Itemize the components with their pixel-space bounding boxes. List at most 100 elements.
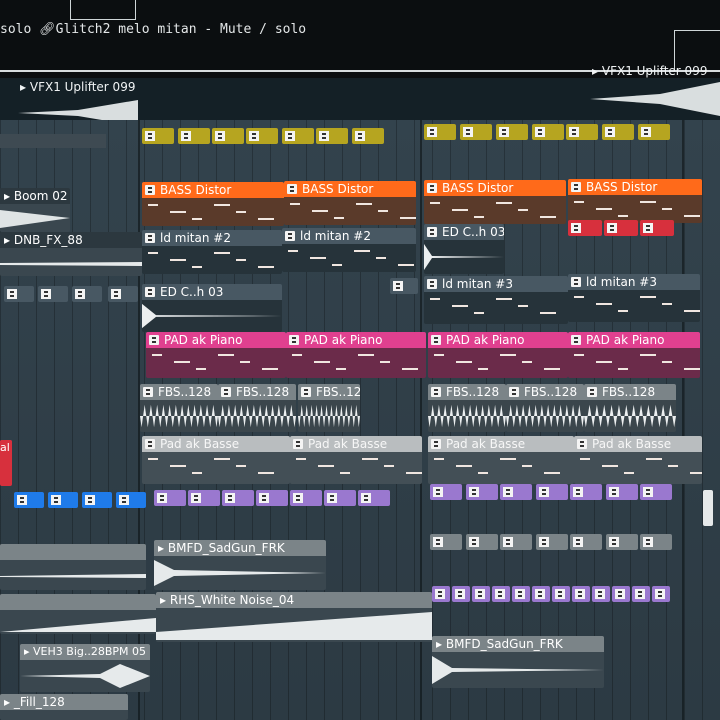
clip-pad-piano[interactable]: PAD ak Piano (428, 332, 568, 378)
pattern-block[interactable] (638, 124, 670, 140)
clip-bmfd-left[interactable]: ▸ BMFD_SadGun_FRK (154, 540, 326, 590)
clip-bass-distor[interactable]: BASS Distor (284, 181, 416, 225)
pattern-block[interactable] (108, 286, 138, 302)
pattern-block[interactable] (178, 128, 210, 144)
note (574, 296, 584, 298)
pattern-block[interactable] (652, 586, 670, 602)
clip-ed-ch[interactable]: ED C..h 03 (424, 224, 504, 274)
clip-ld-mitan-3[interactable]: ld mitan #3 (568, 274, 700, 322)
pattern-block[interactable] (4, 286, 34, 302)
clip-boom[interactable]: ▸ Boom 02 (0, 188, 70, 232)
clip-ld-mitan-3[interactable]: ld mitan #3 (424, 276, 568, 324)
clip-rhs-white-noise[interactable]: ▸ RHS_White Noise_04 (156, 592, 432, 642)
clip-label: PAD ak Piano (568, 332, 700, 348)
pattern-block[interactable] (390, 278, 418, 294)
pattern-block[interactable] (188, 490, 220, 506)
pattern-block[interactable] (352, 128, 384, 144)
pattern-block[interactable] (290, 490, 322, 506)
clip-pad-bass[interactable]: Pad ak Basse (574, 436, 702, 484)
pattern-block[interactable] (256, 490, 288, 506)
pattern-block[interactable] (316, 128, 348, 144)
pattern-block[interactable] (72, 286, 102, 302)
pattern-block[interactable] (472, 586, 490, 602)
clip-uplifter-right[interactable]: ▸ VFX1 Uplifter 099 (592, 64, 707, 78)
pattern-block[interactable] (38, 286, 68, 302)
pattern-block[interactable] (430, 484, 462, 500)
clip-ld-mitan-2[interactable]: ld mitan #2 (282, 228, 416, 272)
pattern-block[interactable] (142, 128, 174, 144)
pattern-block[interactable] (604, 220, 638, 236)
pattern-block[interactable] (512, 586, 530, 602)
pattern-block[interactable] (460, 124, 492, 140)
clip-dnb-fx[interactable]: ▸ DNB_FX_88 (0, 232, 142, 276)
clip-pad-piano[interactable]: PAD ak Piano (568, 332, 700, 378)
pattern-block[interactable] (536, 484, 568, 500)
clip-pad-bass[interactable]: Pad ak Basse (142, 436, 290, 484)
clip-fbs[interactable]: FBS..128 (506, 384, 584, 432)
clip-uplifter-left[interactable]: ▸ VFX1 Uplifter 099 (20, 80, 135, 94)
clip-bass-distor[interactable]: BASS Distor (142, 182, 284, 226)
pattern-block[interactable] (568, 220, 602, 236)
clip-grey-left[interactable] (0, 544, 146, 590)
pattern-block[interactable] (640, 484, 672, 500)
pattern-block[interactable] (536, 534, 568, 550)
pattern-block[interactable] (282, 128, 314, 144)
pattern-block[interactable] (466, 534, 498, 550)
pattern-block[interactable] (602, 124, 634, 140)
pattern-block[interactable] (570, 534, 602, 550)
clip-ld-mitan-2[interactable]: ld mitan #2 (142, 230, 282, 274)
pattern-block[interactable] (14, 492, 44, 508)
pattern-block[interactable] (552, 586, 570, 602)
clip-fill[interactable]: ▸ _Fill_128 (0, 694, 128, 720)
clip-bass-distor[interactable]: BASS Distor (424, 180, 566, 224)
pattern-block[interactable] (606, 534, 638, 550)
clip-fbs[interactable]: FBS..128 (428, 384, 506, 432)
scrollbar-thumb[interactable] (703, 490, 713, 526)
pattern-block[interactable] (606, 484, 638, 500)
clip-fbs[interactable]: FBS..128 (298, 384, 360, 432)
pattern-block[interactable] (358, 490, 390, 506)
clip-fbs[interactable]: FBS..128 (218, 384, 296, 432)
pattern-block[interactable] (324, 490, 356, 506)
note (540, 216, 556, 218)
pattern-block[interactable] (532, 586, 550, 602)
clip-fbs[interactable]: FBS..128 (584, 384, 676, 432)
pattern-block[interactable] (612, 586, 630, 602)
pattern-block[interactable] (48, 492, 78, 508)
pattern-block[interactable] (430, 534, 462, 550)
pattern-block[interactable] (424, 124, 456, 140)
pattern-block[interactable] (222, 490, 254, 506)
pattern-block[interactable] (640, 220, 674, 236)
clip-pad-piano[interactable]: PAD ak Piano (286, 332, 426, 378)
pattern-block[interactable] (82, 492, 112, 508)
pattern-block[interactable] (116, 492, 146, 508)
pattern-block[interactable] (572, 586, 590, 602)
pattern-block[interactable] (496, 124, 528, 140)
pattern-icon (145, 233, 155, 243)
clip-bmfd-right[interactable]: ▸ BMFD_SadGun_FRK (432, 636, 604, 688)
clip-bass-distor[interactable]: BASS Distor (568, 179, 702, 223)
pattern-block[interactable] (452, 586, 470, 602)
pattern-block[interactable] (466, 484, 498, 500)
pattern-block[interactable] (246, 128, 278, 144)
clip-fbs[interactable]: FBS..128 (140, 384, 218, 432)
clip-noise-left[interactable] (0, 594, 156, 634)
clip-al[interactable]: al (0, 440, 12, 486)
clip-pad-piano[interactable]: PAD ak Piano (146, 332, 286, 378)
pattern-block[interactable] (500, 534, 532, 550)
pattern-block[interactable] (500, 484, 532, 500)
pattern-block[interactable] (432, 586, 450, 602)
pattern-block[interactable] (154, 490, 186, 506)
pattern-block[interactable] (592, 586, 610, 602)
pattern-block[interactable] (566, 124, 598, 140)
pattern-block[interactable] (212, 128, 244, 144)
pattern-block[interactable] (570, 484, 602, 500)
pattern-block[interactable] (632, 586, 650, 602)
pattern-block[interactable] (640, 534, 672, 550)
clip-veh3[interactable]: ▸ VEH3 Big..28BPM 05 (20, 644, 150, 692)
clip-pad-bass[interactable]: Pad ak Basse (428, 436, 574, 484)
pattern-block[interactable] (492, 586, 510, 602)
clip-pad-bass[interactable]: Pad ak Basse (290, 436, 422, 484)
clip-ed-ch[interactable]: ED C..h 03 (142, 284, 282, 332)
pattern-block[interactable] (532, 124, 564, 140)
